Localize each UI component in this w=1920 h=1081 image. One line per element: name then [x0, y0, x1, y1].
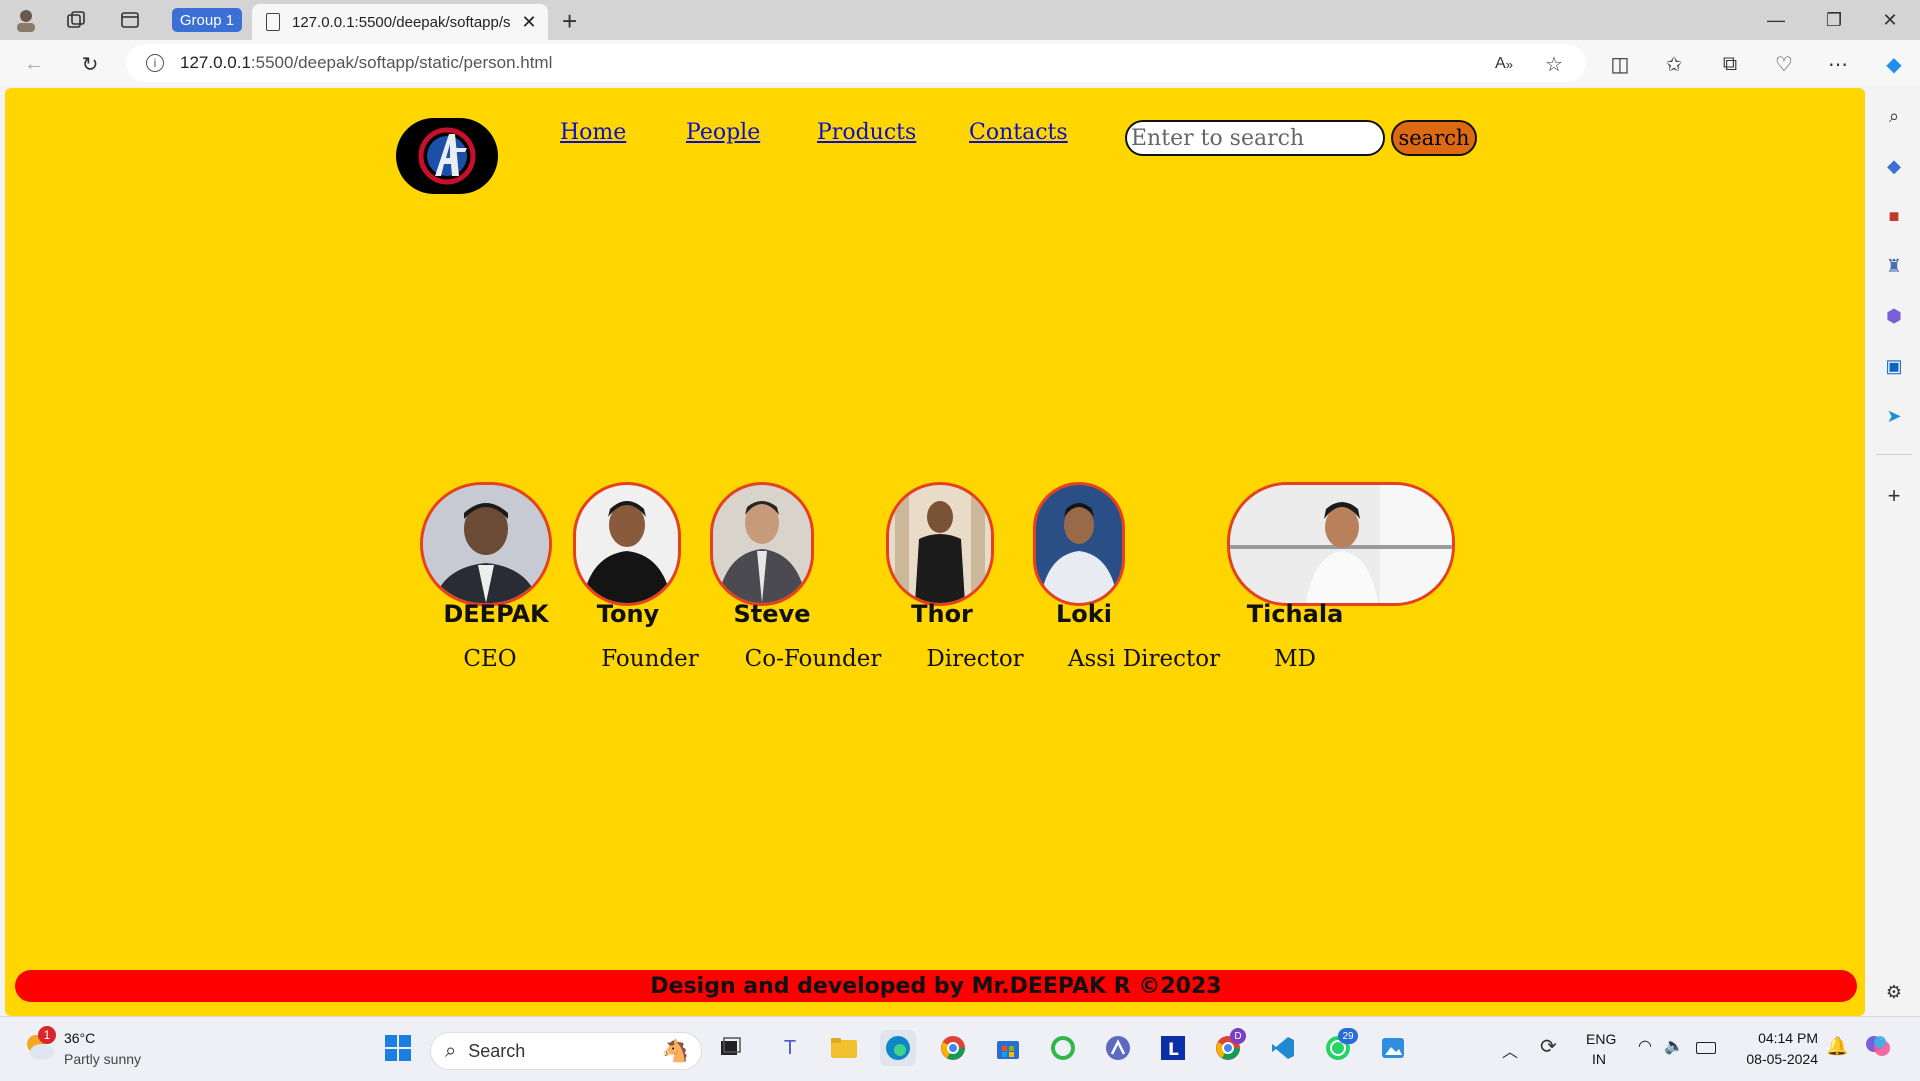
copilot-icon[interactable]: ◆ [1880, 50, 1908, 78]
windows-start-icon[interactable] [380, 1030, 416, 1066]
chrome-icon[interactable] [935, 1030, 971, 1066]
person-photo-tony [573, 482, 681, 606]
edge-browser-icon[interactable] [880, 1030, 916, 1066]
person-name: Loki [1056, 600, 1112, 628]
person-name: Tony [596, 600, 660, 628]
url-host: 127.0.0.1 [180, 53, 251, 72]
person-role: Director [926, 646, 1024, 672]
search-highlight-icon: 🐴 [661, 1038, 689, 1063]
person-name: DEEPAK [443, 600, 549, 628]
close-tab-icon[interactable]: ✕ [518, 12, 540, 33]
back-icon[interactable]: ← [20, 50, 48, 78]
more-options-icon[interactable]: ⋯ [1824, 50, 1852, 78]
whatsapp-badge: 29 [1338, 1028, 1358, 1044]
url-path: :5500/deepak/softapp/static/person.html [250, 53, 553, 72]
active-tab[interactable]: 127.0.0.1:5500/deepak/softapp/s ✕ [252, 4, 548, 40]
show-hidden-icons-icon[interactable]: ︿ [1502, 1038, 1518, 1062]
task-view-icon[interactable] [712, 1030, 748, 1066]
arc-app-icon[interactable] [1100, 1030, 1136, 1066]
close-window-icon[interactable]: ✕ [1862, 4, 1918, 36]
person-photo-steve [710, 482, 814, 606]
new-tab-icon[interactable]: + [562, 6, 577, 37]
weather-temp[interactable]: 36°C [64, 1030, 95, 1046]
person-name: Steve [733, 600, 811, 628]
address-bar[interactable]: i 127.0.0.1:5500/deepak/softapp/static/p… [126, 44, 1586, 82]
clock-time[interactable]: 04:14 PM [1752, 1030, 1818, 1046]
shopping-tag-icon[interactable]: ◆ [1880, 152, 1908, 180]
nav-people-link[interactable]: People [686, 120, 760, 145]
search-icon: ⌕ [445, 1039, 457, 1062]
person-photo-deepak [420, 482, 552, 606]
person-name: Thor [911, 600, 973, 628]
read-aloud-icon[interactable]: A» [1490, 50, 1518, 78]
restore-icon[interactable]: ❐ [1806, 4, 1862, 36]
volume-icon[interactable]: 🔈 [1664, 1036, 1684, 1056]
teams-icon[interactable]: T [772, 1030, 808, 1066]
weather-description[interactable]: Partly sunny [64, 1051, 141, 1067]
refresh-icon[interactable]: ↻ [76, 50, 104, 78]
language-code[interactable]: ENG [1586, 1031, 1616, 1047]
tab-title: 127.0.0.1:5500/deepak/softapp/s [292, 13, 511, 31]
copilot-taskbar-icon[interactable] [1864, 1032, 1892, 1060]
person-photo-tichala [1227, 482, 1455, 606]
site-info-icon[interactable]: i [146, 54, 164, 72]
chrome-profile-badge: D [1230, 1028, 1246, 1044]
svg-text:L: L [1168, 1040, 1179, 1060]
tab-group-label[interactable]: Group 1 [172, 8, 242, 32]
taskbar-search-label: Search [468, 1040, 526, 1061]
notifications-bell-icon[interactable]: 🔔 [1826, 1036, 1848, 1057]
person-role: CEO [463, 646, 517, 672]
send-icon[interactable]: ➤ [1880, 402, 1908, 430]
microsoft365-icon[interactable]: ⬢ [1880, 302, 1908, 330]
page-icon [266, 13, 280, 31]
microsoft-store-icon[interactable] [990, 1030, 1026, 1066]
circle-app-icon[interactable] [1045, 1030, 1081, 1066]
person-role: Founder [601, 646, 699, 672]
add-icon[interactable]: + [1880, 482, 1908, 510]
search-input[interactable] [1125, 120, 1385, 156]
vscode-icon[interactable] [1265, 1030, 1301, 1066]
person-role: MD [1274, 646, 1316, 672]
vertical-tabs-icon[interactable] [116, 6, 144, 34]
person-role: Co-Founder [744, 646, 882, 672]
settings-gear-icon[interactable]: ⚙ [1880, 978, 1908, 1006]
sidebar-divider [1876, 454, 1912, 455]
minimize-icon[interactable]: — [1748, 4, 1804, 36]
nav-contacts-link[interactable]: Contacts [969, 120, 1068, 145]
person-photo-thor [886, 482, 994, 606]
split-screen-icon[interactable]: ◫ [1606, 50, 1634, 78]
avengers-logo[interactable] [396, 118, 498, 194]
taskbar-search[interactable]: ⌕ Search 🐴 [430, 1032, 702, 1070]
collections-icon[interactable]: ⧉ [1716, 50, 1744, 78]
battery-icon[interactable] [1696, 1042, 1716, 1054]
nav-products-link[interactable]: Products [817, 120, 916, 145]
person-name: Tichala [1246, 600, 1344, 628]
favorites-icon[interactable]: ✩ [1660, 50, 1688, 78]
profile-avatar-icon[interactable] [12, 6, 40, 34]
games-icon[interactable]: ♜ [1880, 252, 1908, 280]
web-page: Home People Products Contacts search DEE… [5, 88, 1865, 1016]
outlook-icon[interactable]: ▣ [1880, 352, 1908, 380]
search-button[interactable]: search [1391, 120, 1477, 156]
nav-home-link[interactable]: Home [560, 120, 626, 145]
wifi-icon[interactable]: ◠ [1638, 1036, 1652, 1056]
clock-date[interactable]: 08-05-2024 [1736, 1051, 1818, 1067]
person-role: Assi Director [1067, 646, 1221, 672]
l-app-icon[interactable]: L [1155, 1030, 1191, 1066]
footer-bar: Design and developed by Mr.DEEPAK R ©202… [15, 970, 1857, 1002]
favorite-star-icon[interactable]: ☆ [1540, 50, 1568, 78]
file-explorer-icon[interactable] [826, 1030, 862, 1066]
browser-essentials-icon[interactable]: ♡ [1770, 50, 1798, 78]
region-code[interactable]: IN [1592, 1051, 1606, 1067]
tools-icon[interactable]: ■ [1880, 202, 1908, 230]
photos-icon[interactable] [1375, 1030, 1411, 1066]
weather-badge: 1 [38, 1026, 56, 1044]
search-icon[interactable]: ⌕ [1880, 102, 1908, 130]
sync-icon[interactable]: ⟳ [1540, 1034, 1557, 1059]
person-photo-loki [1033, 482, 1125, 606]
workspaces-icon[interactable] [62, 6, 90, 34]
